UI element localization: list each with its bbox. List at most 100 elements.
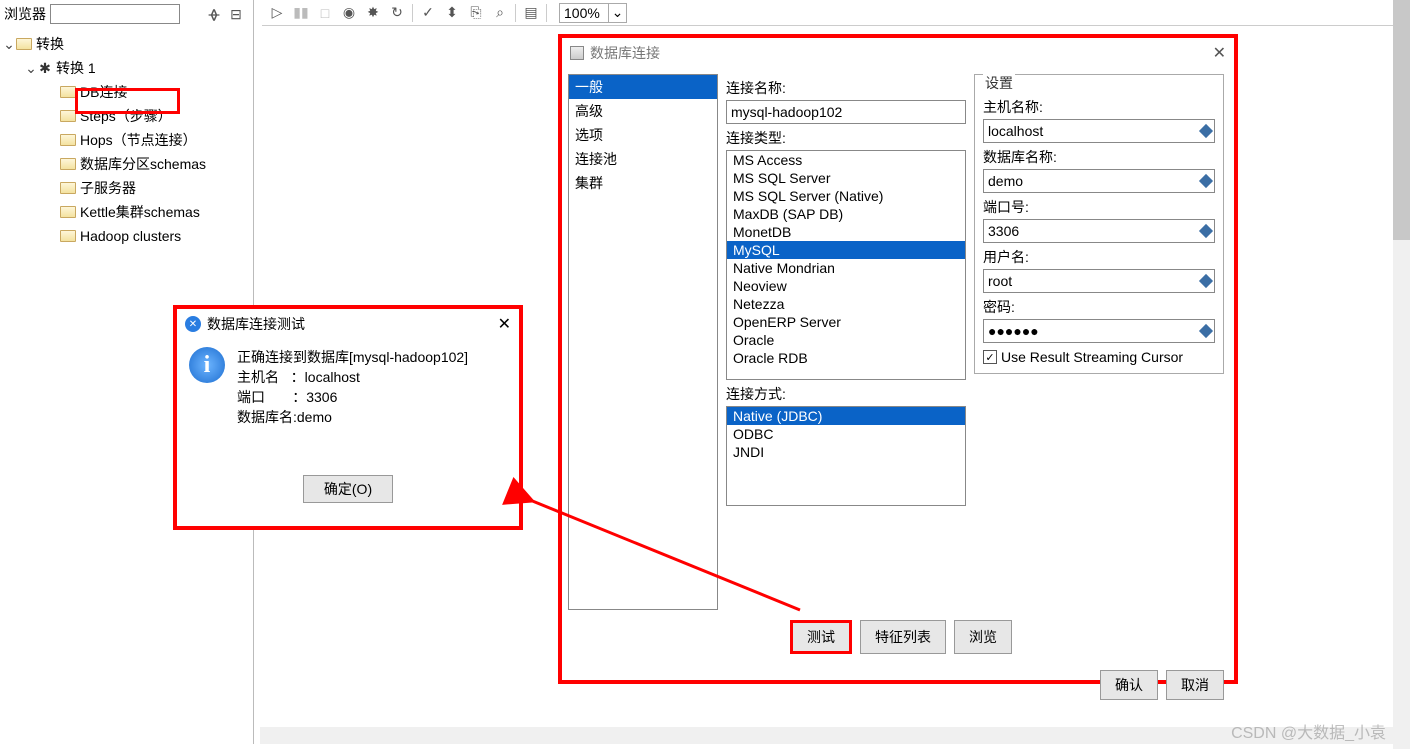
zoom-value: 100% [560,5,608,21]
test-button[interactable]: 测试 [790,620,852,654]
tree-trans1[interactable]: ⌄ ✱ 转换 1 [0,56,253,80]
tree-label: 子服务器 [80,178,136,198]
debug-icon[interactable]: ✸ [364,4,382,22]
method-option[interactable]: JNDI [727,443,965,461]
expand-icon[interactable]: ⌄ [24,60,38,77]
stop-icon[interactable]: □ [316,4,334,22]
folder-icon [60,230,76,242]
features-button[interactable]: 特征列表 [860,620,946,654]
category-general[interactable]: 一般 [569,75,717,99]
type-listbox[interactable]: MS AccessMS SQL ServerMS SQL Server (Nat… [726,150,966,380]
host-label: 主机名称: [983,97,1215,117]
db-label: 数据库名称: [983,147,1215,167]
checkbox-icon[interactable]: ✓ [983,350,997,364]
type-option[interactable]: MySQL [727,241,965,259]
method-option[interactable]: ODBC [727,425,965,443]
verify-icon[interactable]: ✓ [419,4,437,22]
dialog-title: 数据库连接 [590,43,660,63]
port-input[interactable] [983,219,1215,243]
settings-fieldset: 设置 主机名称: 数据库名称: 端口号: 用户名: 密码: ✓ Use Resu… [974,74,1224,374]
name-input[interactable] [726,100,966,124]
close-icon[interactable]: ✕ [498,314,511,334]
impact-icon[interactable]: ⬍ [443,4,461,22]
pwd-input[interactable] [983,319,1215,343]
db-input[interactable] [983,169,1215,193]
msg-line: 端口 ：3306 [237,387,468,407]
category-pool[interactable]: 连接池 [569,147,717,171]
pause-icon[interactable]: ▮▮ [292,4,310,22]
tree-root[interactable]: ⌄ 转换 [0,32,253,56]
tree-icon[interactable]: ᚖ [205,5,223,23]
folder-icon [60,110,76,122]
method-listbox[interactable]: Native (JDBC)ODBCJNDI [726,406,966,506]
test-dialog: ✕ 数据库连接测试 ✕ 正确连接到数据库[mysql-hadoop102] 主机… [173,305,523,530]
user-input[interactable] [983,269,1215,293]
ok-button[interactable]: 确定(O) [303,475,393,503]
type-option[interactable]: MS SQL Server [727,169,965,187]
category-list[interactable]: 一般 高级 选项 连接池 集群 [568,74,718,610]
show-results-icon[interactable]: ▤ [522,4,540,22]
user-label: 用户名: [983,247,1215,267]
vertical-scrollbar[interactable] [1393,0,1410,749]
tree-item-partitions[interactable]: 数据库分区schemas [0,152,253,176]
main-toolbar: ▷ ▮▮ □ ◉ ✸ ↻ ✓ ⬍ ⎘ ⌕ ▤ 100% ⌄ [262,0,1400,26]
tree-item-db[interactable]: DB连接 [0,80,253,104]
folder-icon [60,86,76,98]
category-options[interactable]: 选项 [569,123,717,147]
type-option[interactable]: Oracle [727,331,965,349]
button-row-bottom: 确认 取消 [562,666,1234,704]
separator [515,4,516,22]
preview-icon[interactable]: ◉ [340,4,358,22]
tree-item-clusters[interactable]: Kettle集群schemas [0,200,253,224]
folder-icon [60,206,76,218]
tree-item-slaves[interactable]: 子服务器 [0,176,253,200]
sql-icon[interactable]: ⎘ [467,4,485,22]
transformation-icon: ✱ [38,61,52,75]
separator [546,4,547,22]
tree-item-hadoop[interactable]: Hadoop clusters [0,224,253,248]
replay-icon[interactable]: ↻ [388,4,406,22]
type-option[interactable]: Native Mondrian [727,259,965,277]
button-row: 测试 特征列表 浏览 [562,616,1234,658]
msg-line: 数据库名:demo [237,407,468,427]
method-option[interactable]: Native (JDBC) [727,407,965,425]
info-icon [189,347,225,383]
cancel-button[interactable]: 取消 [1166,670,1224,700]
expand-icon[interactable]: ⌄ [2,36,16,53]
explore-icon[interactable]: ⌕ [491,4,509,22]
stream-cursor-row[interactable]: ✓ Use Result Streaming Cursor [983,349,1215,365]
ok-button[interactable]: 确认 [1100,670,1158,700]
browse-button[interactable]: 浏览 [954,620,1012,654]
folder-icon [60,134,76,146]
type-option[interactable]: Oracle RDB [727,349,965,367]
stream-cursor-label: Use Result Streaming Cursor [1001,349,1183,365]
tree-label: Kettle集群schemas [80,202,200,222]
host-input[interactable] [983,119,1215,143]
type-option[interactable]: MaxDB (SAP DB) [727,205,965,223]
type-option[interactable]: MS SQL Server (Native) [727,187,965,205]
horizontal-scrollbar[interactable] [260,727,1393,744]
dialog-titlebar[interactable]: 数据库连接 ✕ [562,38,1234,68]
separator [412,4,413,22]
type-option[interactable]: OpenERP Server [727,313,965,331]
close-icon[interactable]: ✕ [1213,43,1226,63]
run-icon[interactable]: ▷ [268,4,286,22]
msg-line: 主机名 ：localhost [237,367,468,387]
search-input[interactable] [50,4,180,24]
window-icon [570,46,584,60]
type-option[interactable]: MS Access [727,151,965,169]
category-cluster[interactable]: 集群 [569,171,717,195]
tree-item-hops[interactable]: Hops（节点连接） [0,128,253,152]
type-option[interactable]: Neoview [727,277,965,295]
zoom-selector[interactable]: 100% ⌄ [559,3,627,23]
category-advanced[interactable]: 高级 [569,99,717,123]
tree-item-steps[interactable]: Steps（步骤） [0,104,253,128]
connection-dialog: 数据库连接 ✕ 一般 高级 选项 连接池 集群 连接名称: 连接类型: MS A… [558,34,1238,684]
chevron-down-icon[interactable]: ⌄ [608,4,626,22]
collapse-icon[interactable]: ⊟ [227,5,245,23]
browser-header: 浏览器 ᚖ ⊟ [0,0,253,28]
type-option[interactable]: Netezza [727,295,965,313]
dialog-titlebar[interactable]: ✕ 数据库连接测试 ✕ [177,309,519,339]
type-option[interactable]: MonetDB [727,223,965,241]
method-label: 连接方式: [726,384,966,404]
